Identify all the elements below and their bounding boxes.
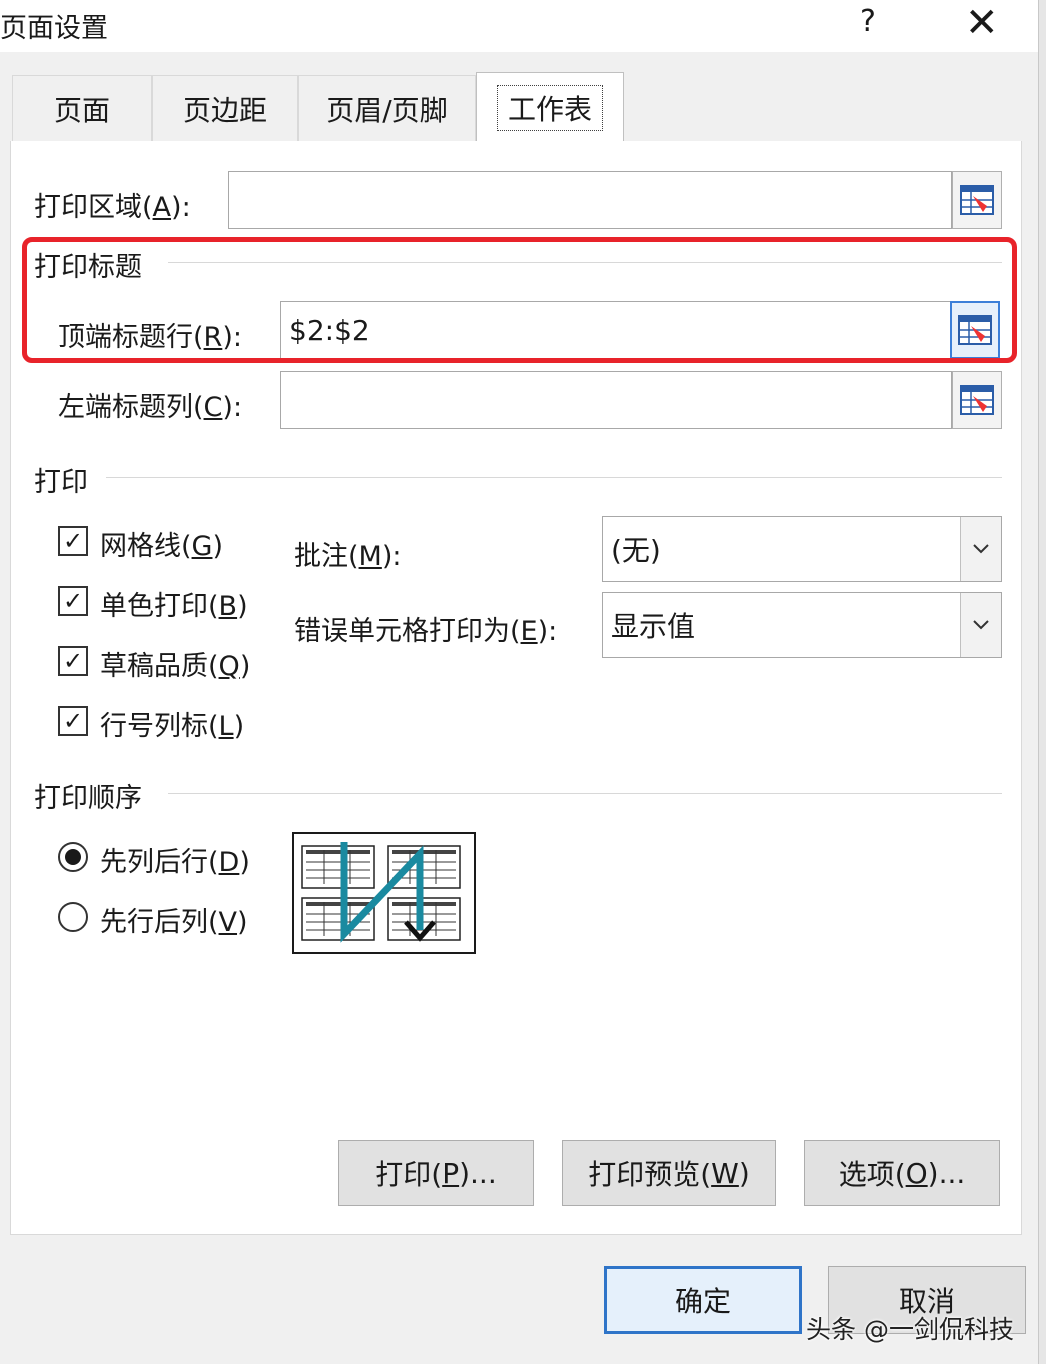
comments-label: 批注(M): — [294, 541, 402, 572]
row-col-headings-label: 行号列标(L) — [100, 711, 245, 742]
options-button[interactable]: 选项(O)... — [804, 1140, 1000, 1206]
page-order-preview — [292, 832, 476, 954]
print-group-label: 打印 — [34, 467, 88, 498]
watermark: 头条 @一剑侃科技 — [806, 1315, 1014, 1344]
draft-quality-checkbox[interactable]: ✓ — [58, 646, 88, 676]
chevron-down-icon[interactable] — [960, 593, 1001, 657]
print-area-picker[interactable] — [952, 171, 1002, 229]
collapse-dialog-icon — [960, 385, 994, 415]
down-then-over-label: 先列后行(D) — [100, 847, 250, 878]
over-then-down-radio[interactable] — [58, 902, 88, 932]
print-preview-button[interactable]: 打印预览(W) — [562, 1140, 776, 1206]
monochrome-label: 单色打印(B) — [100, 591, 248, 622]
help-button[interactable]: ? — [860, 4, 876, 39]
print-area-label: 打印区域(A): — [34, 192, 191, 223]
collapse-dialog-icon — [960, 185, 994, 215]
tab-label: 工作表 — [496, 84, 603, 131]
close-button[interactable]: ✕ — [965, 0, 999, 46]
group-divider — [106, 477, 1002, 478]
tab-margins[interactable]: 页边距 — [152, 75, 298, 141]
tab-sheet[interactable]: 工作表 — [476, 72, 624, 142]
ok-button[interactable]: 确定 — [604, 1266, 802, 1334]
tab-label: 页面 — [53, 93, 110, 127]
left-cols-input[interactable] — [280, 371, 952, 429]
print-area-input[interactable] — [228, 171, 952, 229]
tab-header-footer[interactable]: 页眉/页脚 — [298, 75, 476, 141]
gridlines-label: 网格线(G) — [100, 531, 224, 562]
comments-select[interactable]: (无) — [602, 516, 1002, 582]
tab-label: 页眉/页脚 — [326, 93, 448, 127]
highlight-annotation — [22, 237, 1017, 363]
page-order-diagram-icon — [301, 842, 461, 943]
page-order-group-label: 打印顺序 — [34, 783, 142, 814]
dialog-title: 页面设置 — [0, 13, 108, 44]
chevron-down-icon[interactable] — [960, 517, 1001, 581]
comments-value: (无) — [611, 534, 661, 567]
down-then-over-radio[interactable] — [58, 842, 88, 872]
errors-select[interactable]: 显示值 — [602, 592, 1002, 658]
gridlines-checkbox[interactable]: ✓ — [58, 526, 88, 556]
draft-quality-label: 草稿品质(Q) — [100, 651, 251, 682]
monochrome-checkbox[interactable]: ✓ — [58, 586, 88, 616]
errors-value: 显示值 — [611, 610, 696, 643]
title-bar — [0, 0, 1046, 52]
group-divider — [168, 793, 1002, 794]
window-edge — [1038, 0, 1046, 1364]
tab-page[interactable]: 页面 — [12, 75, 152, 141]
errors-label: 错误单元格打印为(E): — [294, 616, 558, 647]
left-cols-label: 左端标题列(C): — [58, 392, 243, 423]
over-then-down-label: 先行后列(V) — [100, 907, 248, 938]
left-cols-picker[interactable] — [952, 371, 1002, 429]
tab-label: 页边距 — [182, 93, 267, 127]
row-col-headings-checkbox[interactable]: ✓ — [58, 706, 88, 736]
print-button[interactable]: 打印(P)... — [338, 1140, 534, 1206]
